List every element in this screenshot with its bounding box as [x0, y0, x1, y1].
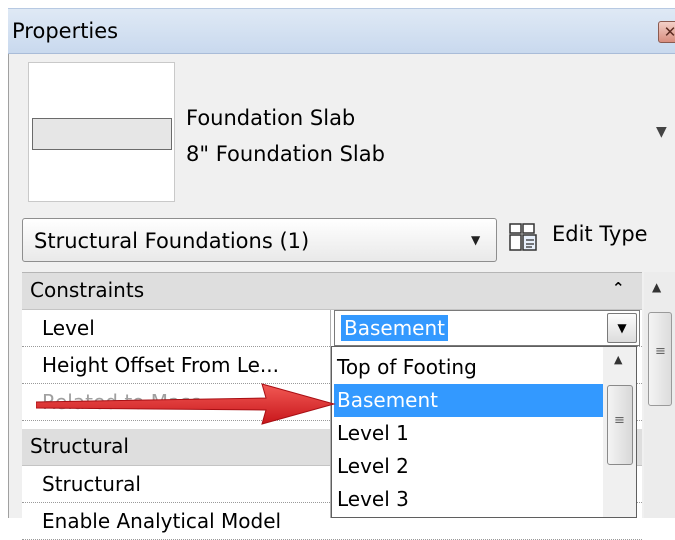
level-option-top-of-footing[interactable]: Top of Footing: [334, 351, 603, 384]
category-filter-value: Structural Foundations (1): [34, 229, 310, 253]
type-name[interactable]: 8" Foundation Slab: [186, 142, 385, 166]
group-label: Constraints: [30, 278, 145, 302]
panel-title: Properties: [12, 19, 119, 43]
grid-scroll-thumb[interactable]: [648, 312, 672, 406]
type-selector-dropdown-icon[interactable]: ▼: [656, 124, 667, 140]
slab-preview-icon: [32, 118, 172, 150]
close-icon[interactable]: ✕: [658, 21, 675, 43]
chevron-down-icon[interactable]: ▼: [607, 313, 637, 343]
collapse-icon[interactable]: ⌃: [612, 279, 625, 297]
property-name: Level: [42, 316, 95, 340]
grip-icon: ≡: [655, 344, 666, 359]
edit-type-button[interactable]: Edit Type: [552, 222, 648, 246]
red-arrow-icon: [36, 383, 336, 425]
edit-type-icon[interactable]: [508, 222, 538, 252]
group-constraints[interactable]: Constraints ⌃: [22, 273, 642, 310]
level-value: Basement: [341, 315, 449, 341]
level-option-level-1[interactable]: Level 1: [334, 417, 603, 450]
list-scrollbar[interactable]: ▲ ≡: [603, 347, 636, 517]
scroll-up-icon[interactable]: ▲: [614, 353, 622, 366]
property-name: Enable Analytical Model: [42, 509, 282, 533]
chevron-down-icon: ▼: [471, 233, 481, 247]
level-option-basement[interactable]: Basement: [334, 384, 603, 417]
level-dropdown-list: Top of Footing Basement Level 1 Level 2 …: [331, 346, 637, 518]
property-name: Structural: [42, 472, 141, 496]
property-name: Height Offset From Le...: [42, 353, 279, 377]
level-option-level-2[interactable]: Level 2: [334, 450, 603, 483]
category-filter-dropdown[interactable]: Structural Foundations (1) ▼: [22, 218, 497, 262]
grip-icon: ≡: [614, 413, 625, 428]
level-option-level-3[interactable]: Level 3: [334, 483, 603, 516]
properties-title-bar: Properties ✕: [8, 8, 675, 54]
scroll-up-icon[interactable]: ▲: [652, 280, 661, 294]
group-label: Structural: [30, 434, 129, 458]
type-family-name[interactable]: Foundation Slab: [186, 106, 355, 130]
level-combobox[interactable]: Basement ▼: [334, 310, 640, 346]
